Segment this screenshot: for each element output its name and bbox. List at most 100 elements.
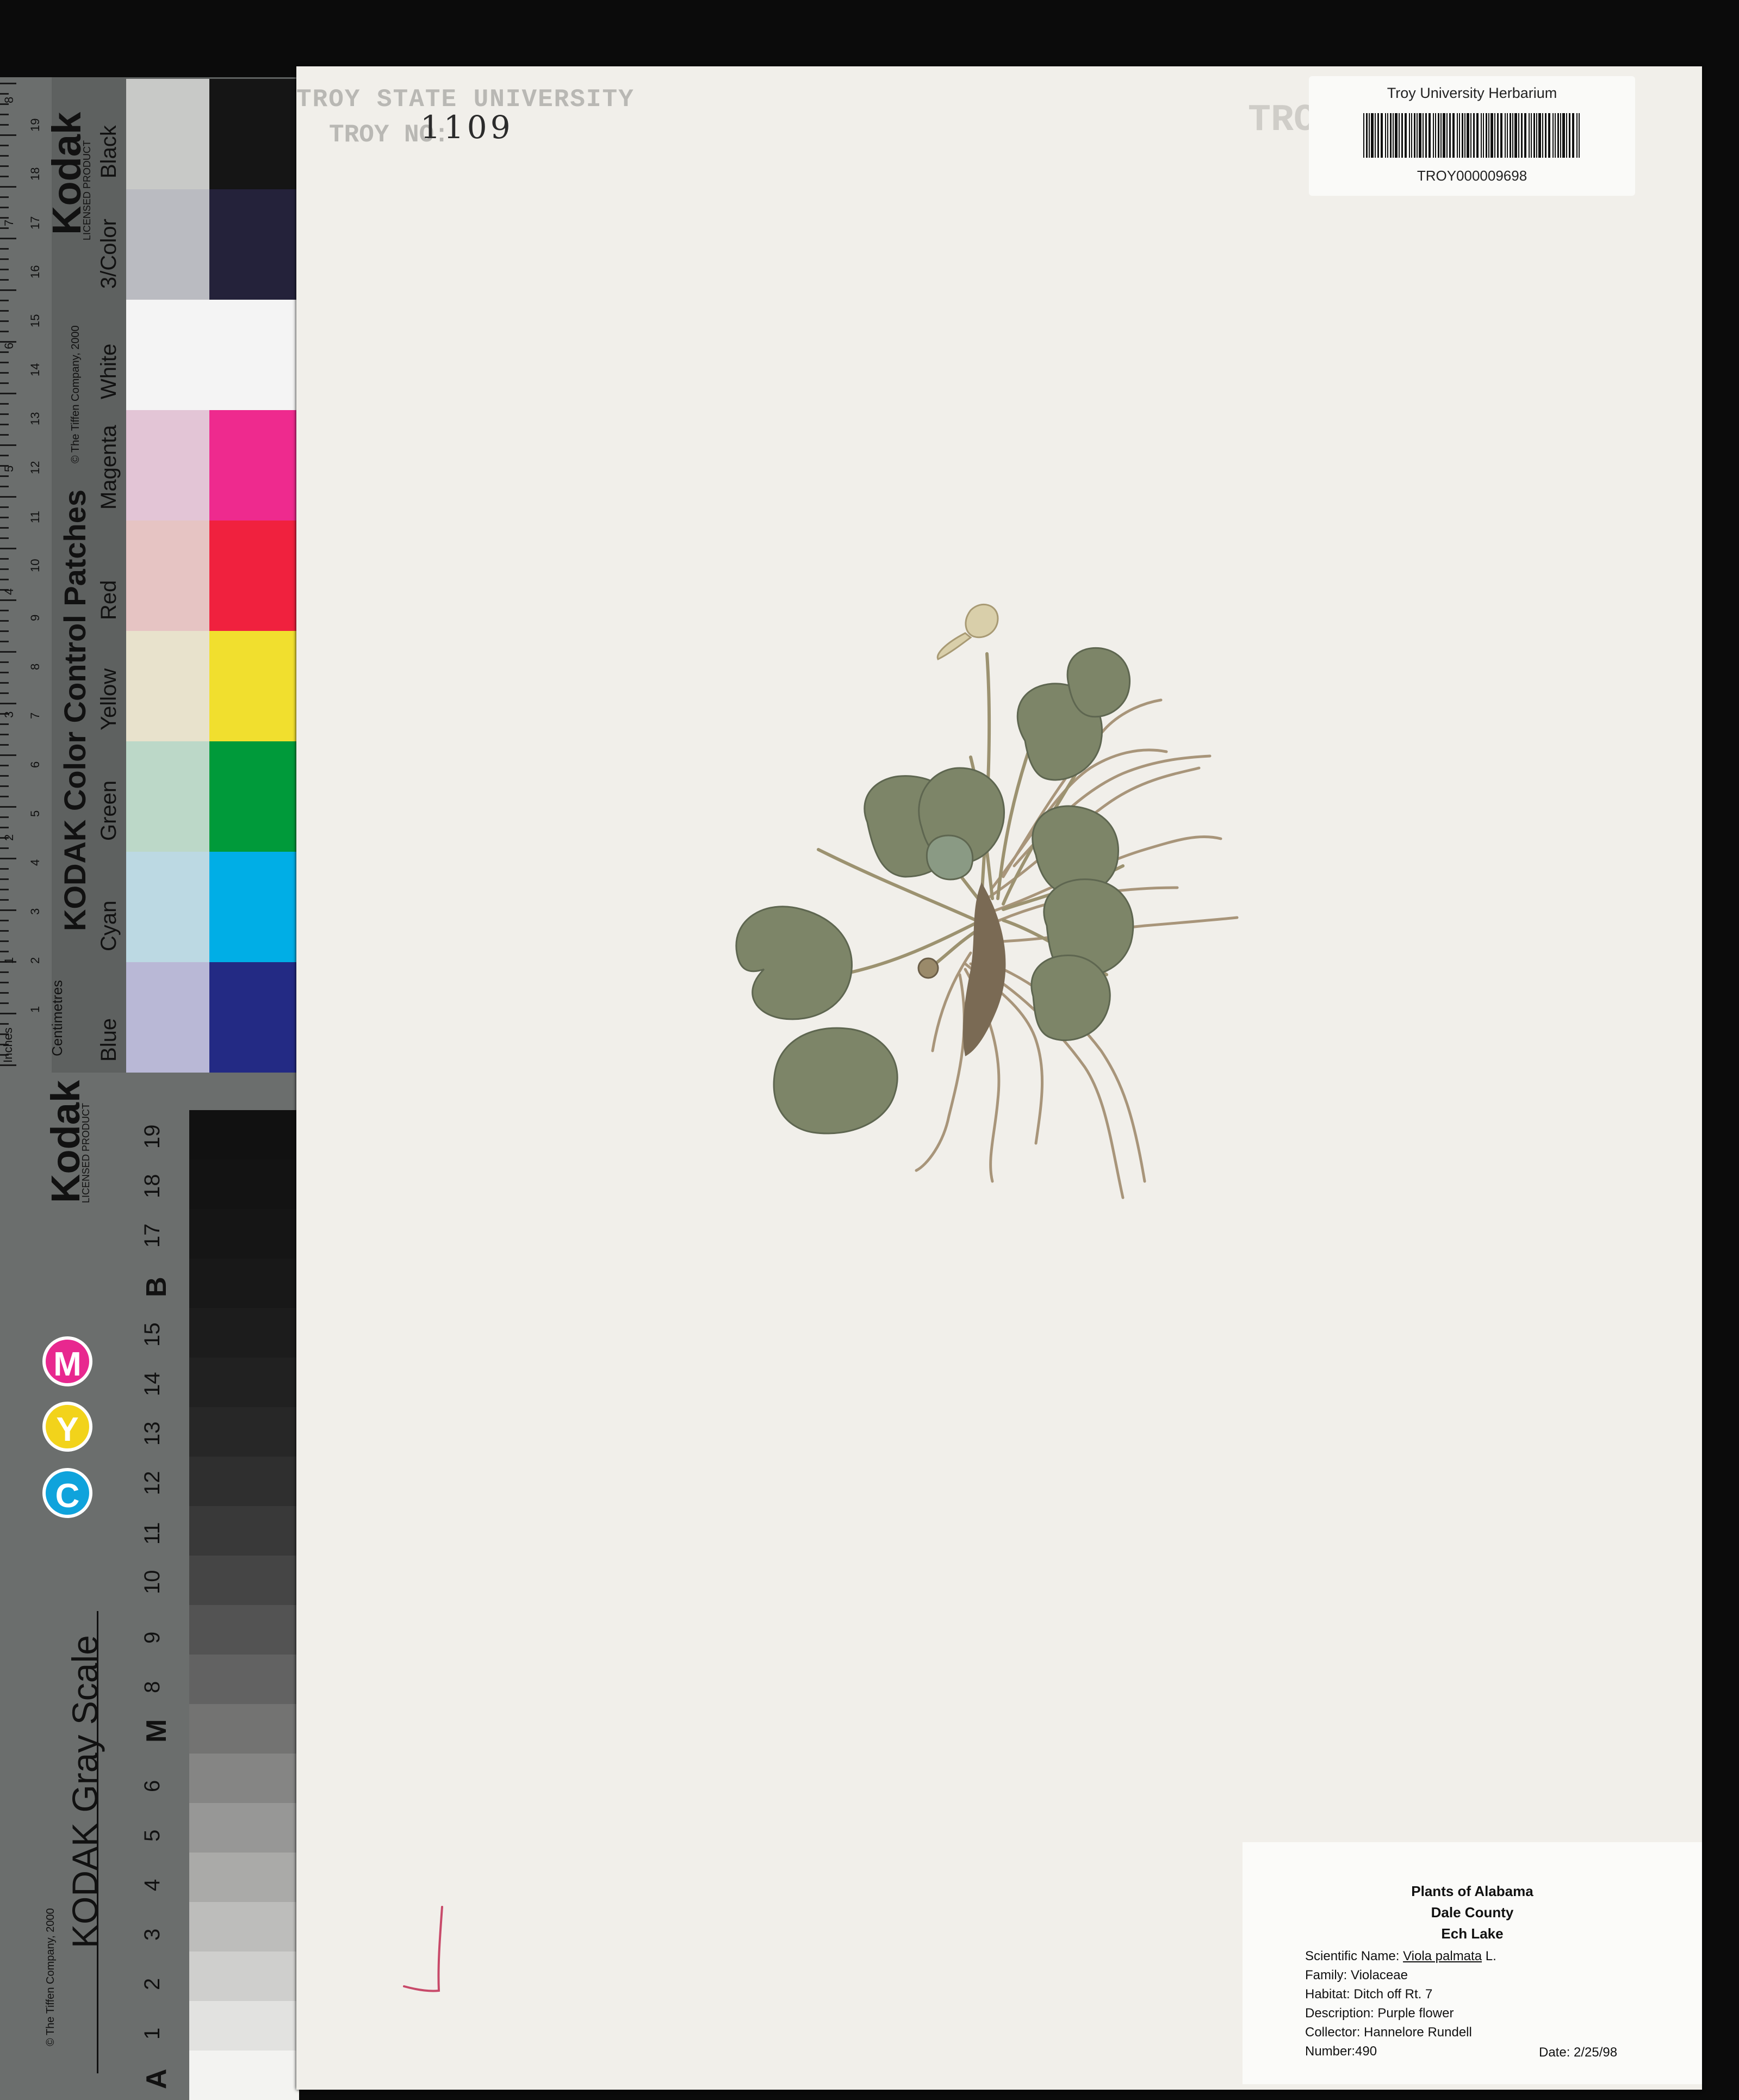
gray-step-label: 10 xyxy=(140,1570,164,1595)
ruler-tick xyxy=(0,310,9,312)
ruler-tick xyxy=(0,134,16,136)
barcode-bar xyxy=(1542,113,1543,158)
gray-step-label: 12 xyxy=(140,1471,164,1496)
ruler-tick xyxy=(0,176,9,177)
gray-step-label: 9 xyxy=(140,1631,164,1644)
label-line-1: Plants of Alabama xyxy=(1411,1883,1533,1899)
gray-patch xyxy=(189,1704,299,1754)
barcode xyxy=(1363,113,1580,158)
barcode-bar xyxy=(1476,113,1479,158)
gray-patch xyxy=(189,1952,299,2001)
gray-step-label: 5 xyxy=(140,1829,164,1842)
barcode-bar xyxy=(1409,113,1410,158)
barcode-bar xyxy=(1393,113,1394,158)
barcode-bar xyxy=(1366,113,1368,158)
color-strip-brand-sub: LICENSED PRODUCT xyxy=(82,140,92,240)
cym-dot-c: C xyxy=(42,1468,92,1518)
barcode-bar xyxy=(1536,113,1537,158)
ruler-tick xyxy=(0,899,9,901)
barcode-bar xyxy=(1560,113,1561,158)
color-patch-dark-black xyxy=(209,79,296,189)
barcode-bar xyxy=(1524,113,1526,158)
ruler-tick xyxy=(0,248,9,250)
barcode-bar xyxy=(1401,113,1403,158)
ruler-inch-number: 5 xyxy=(2,465,16,472)
barcode-bar xyxy=(1576,113,1577,158)
barcode-bar xyxy=(1483,113,1484,158)
barcode-bar xyxy=(1473,113,1475,158)
gray-patch xyxy=(189,1853,299,1902)
barcode-bar xyxy=(1497,113,1499,158)
barcode-bar xyxy=(1569,113,1570,158)
gray-patch xyxy=(189,2001,299,2051)
ruler-inch-number: 7 xyxy=(2,219,16,226)
ruler-tick xyxy=(0,403,9,405)
gray-step-label: 17 xyxy=(140,1223,164,1248)
ruler-tick xyxy=(0,258,9,260)
gray-patch xyxy=(189,1160,299,1209)
color-patch-label: White xyxy=(97,343,121,399)
ruler-label-inches: Inches xyxy=(1,1027,15,1063)
gray-step-label: 19 xyxy=(140,1124,164,1149)
ruler-tick xyxy=(0,682,9,684)
ruler-tick xyxy=(0,930,9,932)
barcode-bar xyxy=(1417,113,1418,158)
color-patch-light-cyan xyxy=(126,852,209,962)
ruler-cm-number: 6 xyxy=(28,761,42,768)
ruler-cm-number: 1 xyxy=(28,1006,42,1013)
barcode-bar xyxy=(1538,113,1541,158)
gray-patch xyxy=(189,1556,299,1605)
ruler-tick xyxy=(0,599,16,601)
ruler-tick xyxy=(0,816,9,818)
label-date: Date: 2/25/98 xyxy=(1539,2045,1618,2060)
accession-number: 1109 xyxy=(420,109,514,146)
gray-strip-copyright: © The Tiffen Company, 2000 xyxy=(45,1908,57,2046)
color-patch-label: Green xyxy=(97,780,121,841)
barcode-bar xyxy=(1425,113,1427,158)
ruler-cm-number: 5 xyxy=(28,810,42,817)
barcode-bar xyxy=(1464,113,1465,158)
color-patch-dark-green xyxy=(209,741,296,852)
gray-patch xyxy=(189,1754,299,1803)
barcode-bar xyxy=(1414,113,1415,158)
ruler-cm-number: 14 xyxy=(28,363,42,376)
ruler-cm-number: 7 xyxy=(28,712,42,719)
gray-step-label: 18 xyxy=(140,1174,164,1199)
ruler-tick xyxy=(0,382,9,384)
ruler-cm-number: 16 xyxy=(28,265,42,278)
ruler-tick xyxy=(0,775,9,777)
gray-patch xyxy=(189,1506,299,1556)
label-family: Family: Violaceae xyxy=(1305,1968,1408,1983)
ruler-tick xyxy=(0,951,9,952)
barcode-bar xyxy=(1507,113,1508,158)
ruler-tick xyxy=(0,692,9,694)
barcode-bar xyxy=(1395,113,1398,158)
ruler-tick xyxy=(0,982,9,983)
ruler-tick xyxy=(0,796,9,797)
ruler-tick xyxy=(0,93,9,95)
gray-step-label: 1 xyxy=(140,2027,164,2040)
ruler-tick xyxy=(0,444,16,446)
ruler-cm-number: 13 xyxy=(28,412,42,425)
ruler-tick xyxy=(0,858,16,859)
ruler-tick xyxy=(0,155,9,157)
cym-dot-m: M xyxy=(42,1336,92,1386)
barcode-bar xyxy=(1435,113,1436,158)
ruler-tick xyxy=(0,238,16,239)
ruler-tick xyxy=(0,703,16,704)
plant-specimen xyxy=(735,603,1239,1199)
ruler-cm-number: 17 xyxy=(28,216,42,230)
barcode-bar xyxy=(1387,113,1388,158)
barcode-bar xyxy=(1405,113,1407,158)
ruler-tick xyxy=(0,527,9,529)
ruler-tick xyxy=(0,424,9,425)
barcode-bar xyxy=(1423,113,1424,158)
gray-patch xyxy=(189,1605,299,1655)
barcode-bar xyxy=(1381,113,1383,158)
ruler-tick xyxy=(0,878,9,880)
color-patch-light-blue xyxy=(126,962,209,1073)
ruler-tick xyxy=(0,320,9,322)
ruler-tick xyxy=(0,165,9,167)
barcode-bar xyxy=(1500,113,1502,158)
ruler-tick xyxy=(0,641,9,642)
